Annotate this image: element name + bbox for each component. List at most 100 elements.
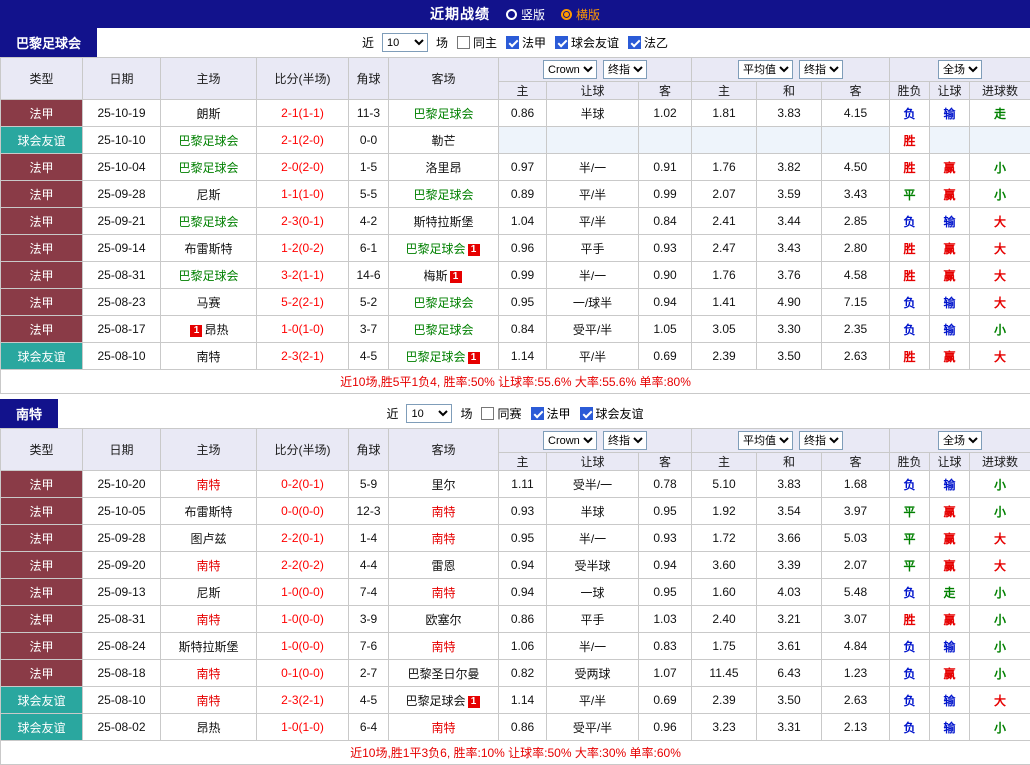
- filter-suffix-label: 场: [460, 405, 472, 422]
- sub-column-header: 和: [757, 82, 822, 100]
- euro-draw-odds-cell: 3.83: [757, 100, 822, 127]
- euro-odds-source-select[interactable]: 平均值: [738, 60, 793, 79]
- team-name-text: 巴黎足球会: [405, 242, 465, 256]
- asian-away-odds-cell: 0.93: [639, 525, 692, 552]
- league-cell: 法甲: [1, 633, 83, 660]
- euro-draw-odds-cell: 3.31: [757, 714, 822, 741]
- team-name-text: 巴黎足球会: [178, 161, 238, 175]
- scope-select[interactable]: 全场: [938, 60, 982, 79]
- filter-checkbox-ligue1[interactable]: 法甲: [531, 405, 571, 422]
- home-team-cell: 南特: [161, 343, 257, 370]
- team-name-text: 巴黎足球会: [413, 107, 473, 121]
- asian-handicap-cell: 受半球: [547, 552, 639, 579]
- euro-odds-controls: 平均值终指: [692, 58, 890, 82]
- checkbox-icon[interactable]: [457, 36, 470, 49]
- checkbox-label: 法甲: [522, 34, 546, 51]
- match-row: 法甲25-08-31巴黎足球会3-2(1-1)14-6梅斯10.99半/一0.9…: [1, 262, 1030, 289]
- bookmaker-select[interactable]: Crown: [543, 431, 597, 450]
- date-cell: 25-08-17: [83, 316, 161, 343]
- team-name-text: 巴黎足球会: [413, 323, 473, 337]
- checkbox-icon[interactable]: [555, 36, 568, 49]
- result-handicap-cell: 赢: [930, 262, 970, 289]
- recent-count-select[interactable]: 10: [382, 33, 428, 52]
- summary-row: 近10场,胜1平3负6, 胜率:10% 让球率:50% 大率:30% 单率:60…: [1, 741, 1030, 765]
- asian-home-odds-cell: 0.94: [499, 552, 547, 579]
- team-name-text: 南特: [431, 586, 455, 600]
- asian-away-odds-cell: 1.03: [639, 606, 692, 633]
- score-cell: 1-2(0-2): [257, 235, 349, 262]
- euro-away-odds-cell: 2.63: [822, 343, 890, 370]
- asian-away-odds-cell: 1.02: [639, 100, 692, 127]
- date-cell: 25-09-20: [83, 552, 161, 579]
- recent-count-select[interactable]: 10: [406, 404, 452, 423]
- asian-odds-time-select[interactable]: 终指: [603, 431, 647, 450]
- home-team-cell: 马赛: [161, 289, 257, 316]
- euro-home-odds-cell: 1.76: [692, 154, 757, 181]
- filter-checkbox-club-friendly[interactable]: 球会友谊: [555, 34, 619, 51]
- result-goals-cell: 小: [970, 579, 1030, 606]
- result-wdl-cell: 胜: [890, 262, 930, 289]
- sub-column-header: 客: [822, 82, 890, 100]
- checkbox-icon[interactable]: [506, 36, 519, 49]
- asian-away-odds-cell: 0.94: [639, 552, 692, 579]
- euro-draw-odds-cell: 3.82: [757, 154, 822, 181]
- league-cell: 法甲: [1, 100, 83, 127]
- euro-odds-source-select[interactable]: 平均值: [738, 431, 793, 450]
- euro-away-odds-cell: 1.23: [822, 660, 890, 687]
- summary-row: 近10场,胜5平1负4, 胜率:50% 让球率:55.6% 大率:55.6% 单…: [1, 370, 1030, 394]
- filter-checkbox-club-friendly[interactable]: 球会友谊: [580, 405, 644, 422]
- checkbox-icon[interactable]: [481, 407, 494, 420]
- asian-odds-time-select[interactable]: 终指: [603, 60, 647, 79]
- away-team-cell: 欧塞尔: [389, 606, 499, 633]
- bookmaker-select[interactable]: Crown: [543, 60, 597, 79]
- sub-column-header: 主: [692, 82, 757, 100]
- filter-checkbox-ligue1[interactable]: 法甲: [506, 34, 546, 51]
- home-team-cell: 尼斯: [161, 579, 257, 606]
- score-cell: 2-1(1-1): [257, 100, 349, 127]
- result-goals-cell: 大: [970, 343, 1030, 370]
- team-name-text: 南特: [196, 350, 220, 364]
- sub-column-header: 客: [639, 82, 692, 100]
- sub-column-header: 进球数: [970, 453, 1030, 471]
- checkbox-icon[interactable]: [628, 36, 641, 49]
- team-name-text: 洛里昂: [425, 161, 461, 175]
- euro-odds-time-select[interactable]: 终指: [799, 431, 843, 450]
- score-cell: 2-2(0-2): [257, 552, 349, 579]
- team-name-text: 斯特拉斯堡: [413, 215, 473, 229]
- checkbox-icon[interactable]: [531, 407, 544, 420]
- asian-away-odds-cell: 0.83: [639, 633, 692, 660]
- euro-draw-odds-cell: 3.21: [757, 606, 822, 633]
- layout-radio-vertical[interactable]: 竖版: [506, 6, 545, 23]
- result-wdl-cell: 胜: [890, 606, 930, 633]
- euro-draw-odds-cell: 3.83: [757, 471, 822, 498]
- checkbox-icon[interactable]: [580, 407, 593, 420]
- euro-draw-odds-cell: 3.50: [757, 343, 822, 370]
- date-cell: 25-09-28: [83, 181, 161, 208]
- euro-away-odds-cell: 5.03: [822, 525, 890, 552]
- filter-checkbox-ligue2[interactable]: 法乙: [628, 34, 668, 51]
- euro-away-odds-cell: 1.68: [822, 471, 890, 498]
- away-team-cell: 巴黎圣日尔曼: [389, 660, 499, 687]
- result-goals-cell: 大: [970, 289, 1030, 316]
- date-cell: 25-08-10: [83, 343, 161, 370]
- euro-away-odds-cell: 5.48: [822, 579, 890, 606]
- league-cell: 法甲: [1, 552, 83, 579]
- result-wdl-cell: 负: [890, 471, 930, 498]
- euro-home-odds-cell: [692, 127, 757, 154]
- euro-draw-odds-cell: [757, 127, 822, 154]
- away-team-cell: 巴黎足球会: [389, 316, 499, 343]
- euro-home-odds-cell: 1.76: [692, 262, 757, 289]
- team-name-text: 巴黎足球会: [413, 188, 473, 202]
- euro-draw-odds-cell: 3.61: [757, 633, 822, 660]
- euro-odds-time-select[interactable]: 终指: [799, 60, 843, 79]
- filter-checkbox-same-venue[interactable]: 同主: [457, 34, 497, 51]
- asian-away-odds-cell: 0.95: [639, 498, 692, 525]
- euro-draw-odds-cell: 3.50: [757, 687, 822, 714]
- result-handicap-cell: 输: [930, 687, 970, 714]
- filter-checkbox-same-competition[interactable]: 同赛: [481, 405, 521, 422]
- league-cell: 法甲: [1, 289, 83, 316]
- scope-select[interactable]: 全场: [938, 431, 982, 450]
- layout-radio-horizontal[interactable]: 横版: [561, 6, 600, 23]
- home-team-cell: 南特: [161, 471, 257, 498]
- sub-column-header: 让球: [547, 453, 639, 471]
